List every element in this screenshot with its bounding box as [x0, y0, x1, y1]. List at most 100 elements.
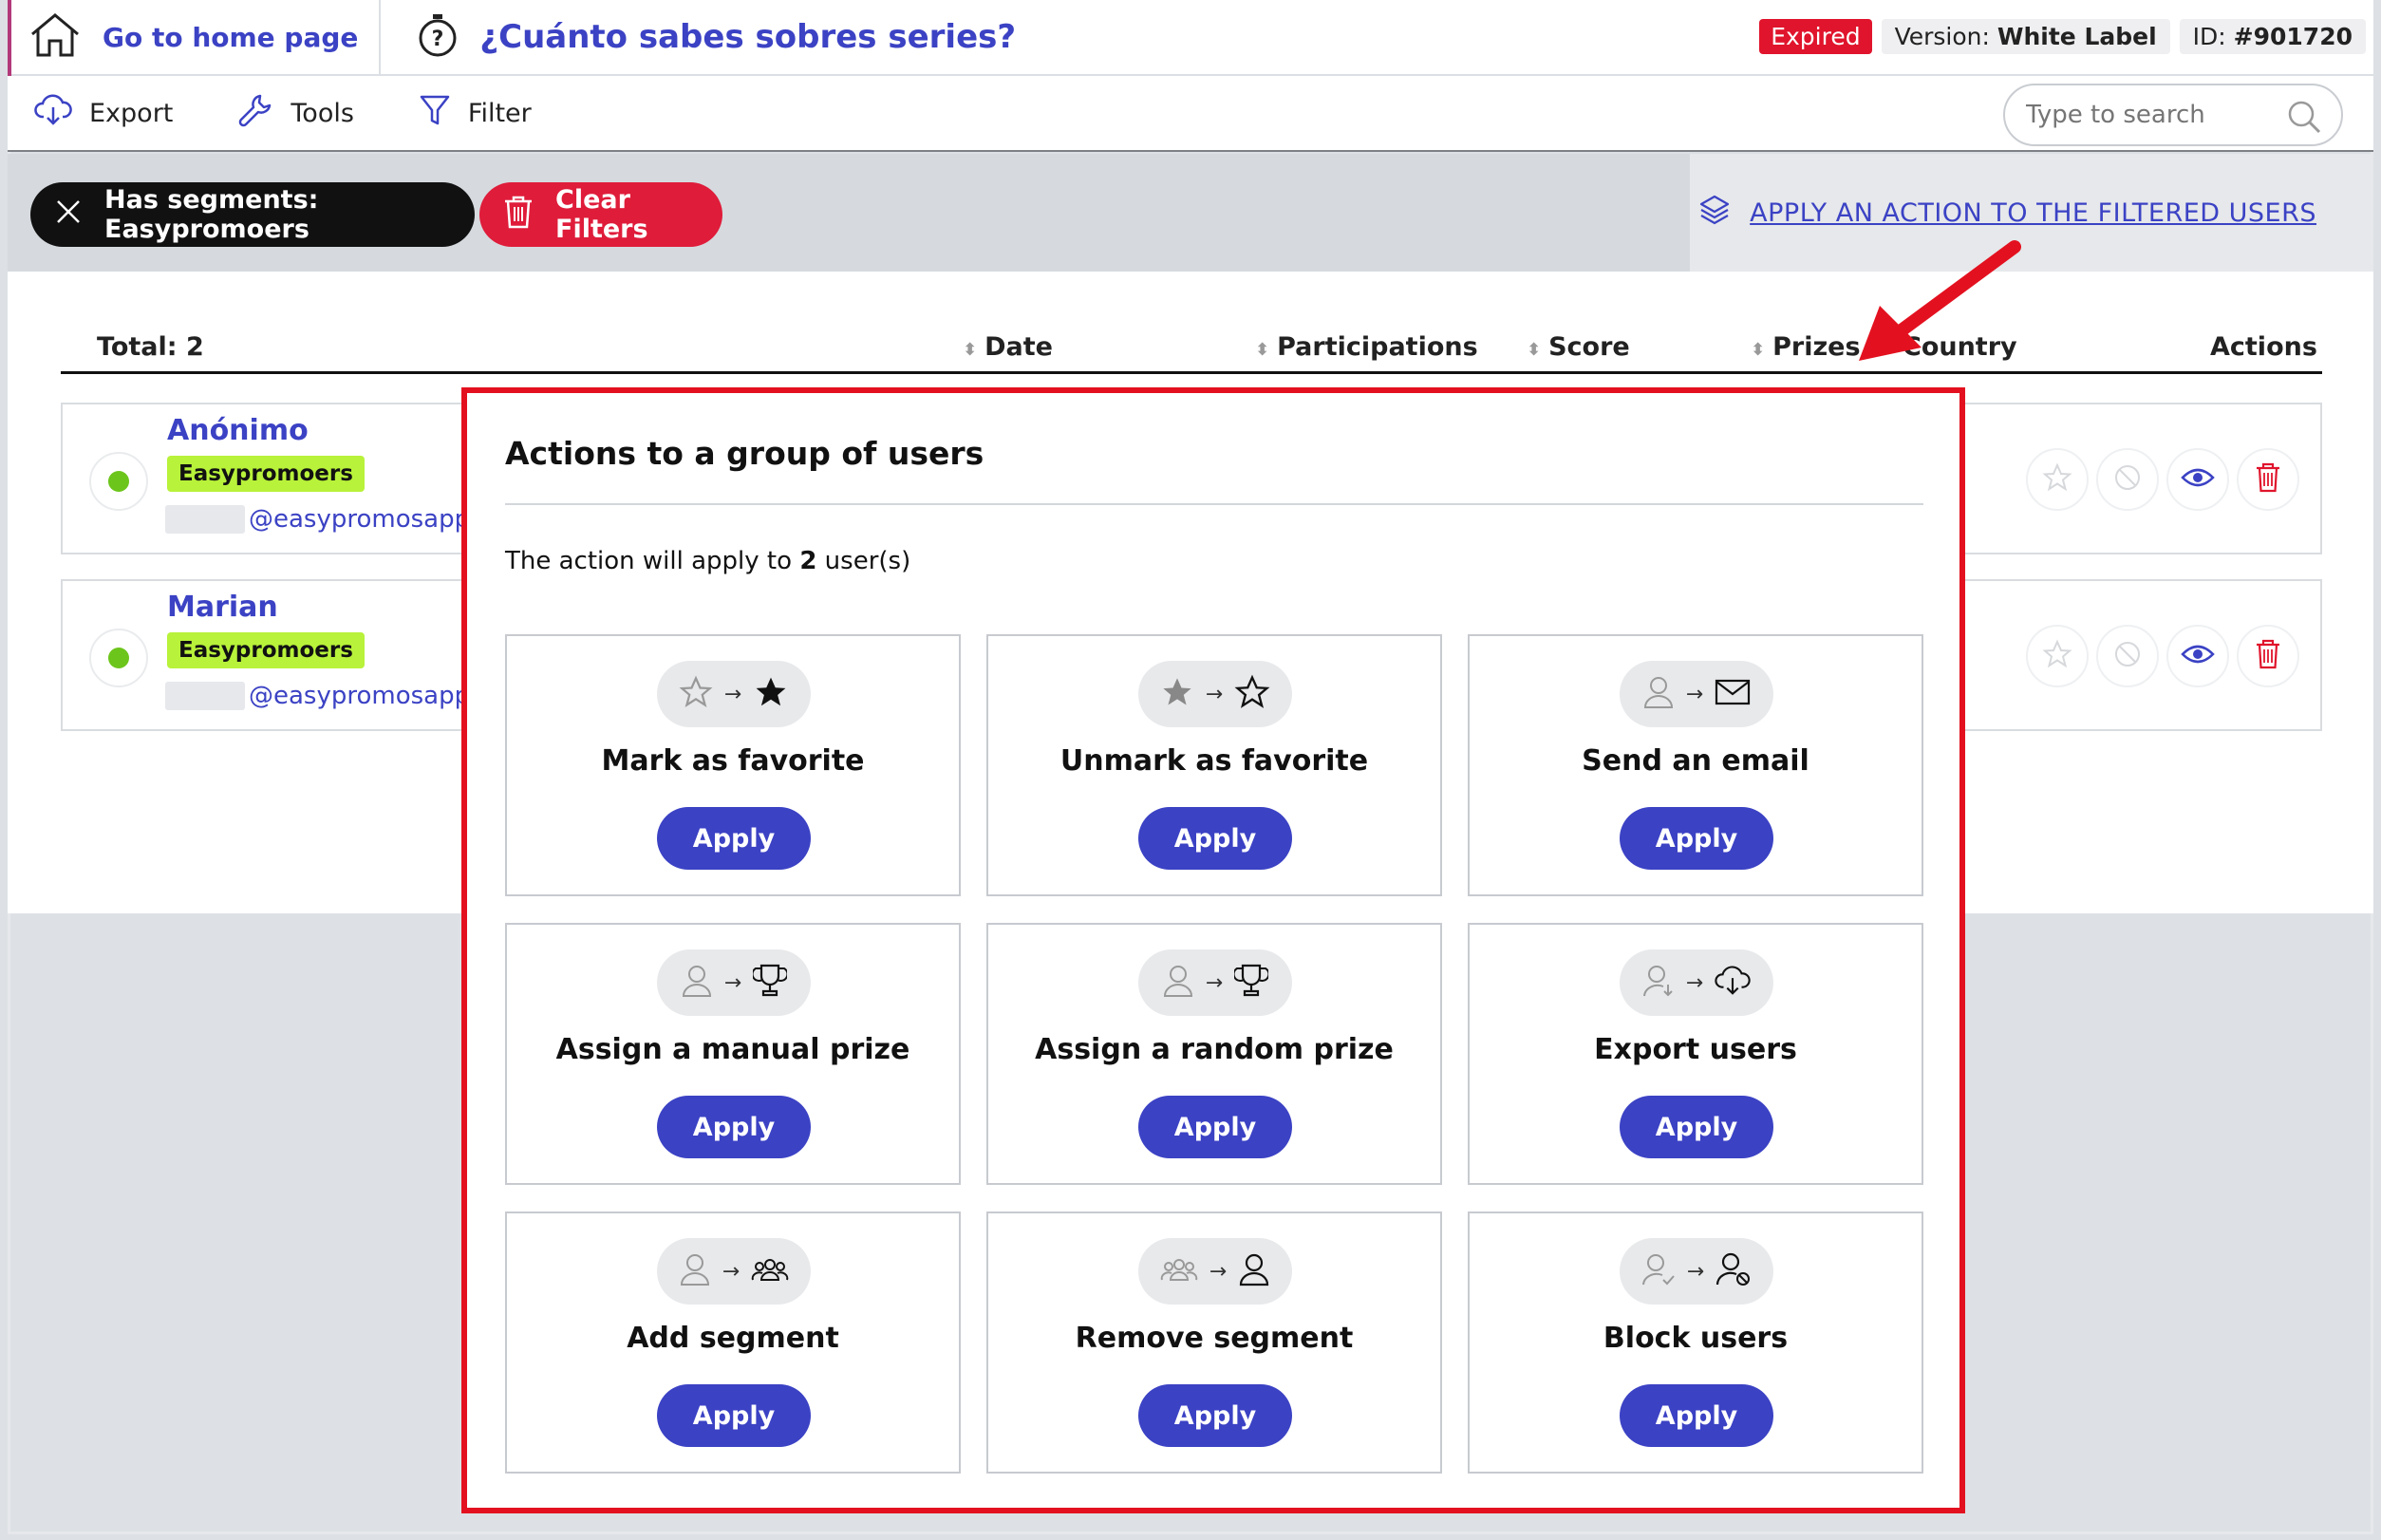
- apply-send-email-button[interactable]: Apply: [1620, 807, 1773, 870]
- user-icon: [1238, 1252, 1270, 1290]
- export-button[interactable]: Export: [34, 94, 173, 133]
- block-button[interactable]: [2096, 448, 2159, 511]
- delete-button[interactable]: [2237, 448, 2299, 511]
- apply-block-users-button[interactable]: Apply: [1620, 1384, 1773, 1447]
- col-date-label: Date: [984, 332, 1053, 362]
- online-dot: [108, 648, 129, 668]
- favorite-button[interactable]: [2026, 448, 2089, 511]
- arrow-right-icon: →: [1686, 1259, 1705, 1284]
- action-label: Mark as favorite: [601, 744, 865, 778]
- action-label: Assign a manual prize: [555, 1033, 910, 1066]
- id-label: ID:: [2192, 23, 2226, 50]
- user-blocked-icon: [1715, 1251, 1752, 1291]
- apply-unmark-favorite-button[interactable]: Apply: [1138, 807, 1292, 870]
- filter-button[interactable]: Filter: [419, 93, 532, 134]
- user-icon: [679, 1252, 711, 1290]
- arrow-right-icon: →: [1685, 970, 1704, 995]
- col-participations[interactable]: ⬍ Participations: [1255, 332, 1478, 362]
- layers-icon: [1698, 194, 1731, 233]
- action-icon-pill: →: [1138, 949, 1292, 1016]
- arrow-right-icon: →: [722, 1259, 741, 1284]
- row-actions: [2026, 448, 2299, 511]
- arrow-right-icon: →: [723, 682, 742, 706]
- apply-remove-segment-button[interactable]: Apply: [1138, 1384, 1292, 1447]
- block-icon: [2112, 462, 2143, 497]
- trophy-icon: [1232, 963, 1270, 1003]
- user-check-icon: [1641, 1252, 1676, 1290]
- star-filled-icon: [753, 674, 789, 714]
- header-accent: [8, 0, 11, 76]
- star-outline-icon: [679, 675, 713, 713]
- modal-info-suffix: user(s): [824, 547, 911, 575]
- active-filter-chip[interactable]: Has segments: Easypromoers: [30, 182, 475, 247]
- group-icon: [751, 1255, 789, 1287]
- action-card-mark-favorite: → Mark as favorite Apply: [505, 634, 961, 896]
- header-meta: Expired Version: White Label ID: #901720: [1759, 19, 2366, 54]
- action-card-manual-prize: → Assign a manual prize Apply: [505, 923, 961, 1185]
- star-filled-icon: [1160, 675, 1194, 713]
- id-chip: ID: #901720: [2179, 19, 2366, 54]
- search-box[interactable]: [2003, 84, 2343, 146]
- modal-info: The action will apply to 2 user(s): [505, 547, 910, 575]
- arrow-right-icon: →: [1205, 970, 1224, 995]
- apply-manual-prize-button[interactable]: Apply: [657, 1096, 811, 1158]
- col-score-label: Score: [1548, 332, 1630, 362]
- view-button[interactable]: [2166, 448, 2229, 511]
- favorite-button[interactable]: [2026, 625, 2089, 687]
- col-actions: Actions: [2210, 332, 2317, 362]
- apply-export-users-button[interactable]: Apply: [1620, 1096, 1773, 1158]
- col-date[interactable]: ⬍ Date: [963, 332, 1053, 362]
- svg-text:?: ?: [432, 28, 444, 51]
- apply-mark-favorite-button[interactable]: Apply: [657, 807, 811, 870]
- segment-badge: Easypromoers: [167, 632, 365, 668]
- eye-icon: [2181, 643, 2215, 669]
- trash-icon: [2254, 461, 2282, 498]
- quiz-title-block: ? ¿Cuánto sabes sobres series?: [417, 12, 1016, 62]
- action-icon-pill: →: [657, 949, 811, 1016]
- email-redacted: [165, 505, 245, 534]
- action-icon-pill: →: [1138, 661, 1292, 727]
- view-button[interactable]: [2166, 625, 2229, 687]
- action-label: Remove segment: [1075, 1322, 1354, 1355]
- action-label: Unmark as favorite: [1059, 744, 1369, 778]
- action-icon-pill: →: [1138, 1238, 1292, 1305]
- block-button[interactable]: [2096, 625, 2159, 687]
- version-chip: Version: White Label: [1881, 19, 2170, 54]
- home-link[interactable]: Go to home page: [8, 0, 382, 75]
- cloud-download-icon: [1715, 965, 1751, 1001]
- total-count: Total: 2: [97, 332, 204, 362]
- status-indicator: [89, 452, 148, 511]
- trash-icon: [502, 194, 534, 236]
- tools-label: Tools: [291, 98, 354, 128]
- user-download-icon: [1642, 964, 1675, 1002]
- home-link-label: Go to home page: [103, 21, 359, 53]
- user-icon: [1162, 964, 1194, 1002]
- delete-button[interactable]: [2237, 625, 2299, 687]
- apply-action-filtered-link[interactable]: APPLY AN ACTION TO THE FILTERED USERS: [1698, 194, 2316, 233]
- user-name[interactable]: Anónimo: [167, 414, 309, 447]
- search-icon[interactable]: [2286, 99, 2322, 141]
- filter-label: Filter: [467, 98, 532, 128]
- toolbar: Export Tools Filter: [8, 76, 2373, 152]
- apply-add-segment-button[interactable]: Apply: [657, 1384, 811, 1447]
- tools-button[interactable]: Tools: [237, 92, 354, 135]
- apply-random-prize-button[interactable]: Apply: [1138, 1096, 1292, 1158]
- user-name[interactable]: Marian: [167, 591, 278, 624]
- action-label: Block users: [1603, 1322, 1789, 1355]
- col-score[interactable]: ⬍ Score: [1527, 332, 1630, 362]
- email-domain: @easypromosapp.: [249, 682, 478, 710]
- star-icon: [2042, 462, 2072, 497]
- action-label: Assign a random prize: [1035, 1033, 1394, 1066]
- export-label: Export: [89, 98, 174, 128]
- home-icon: [28, 11, 82, 63]
- trophy-icon: [751, 963, 789, 1003]
- search-input[interactable]: [2026, 101, 2273, 129]
- clear-filters-label: Clear Filters: [555, 185, 648, 244]
- col-participations-label: Participations: [1277, 332, 1478, 362]
- row-actions: [2026, 625, 2299, 687]
- action-card-unmark-favorite: → Unmark as favorite Apply: [986, 634, 1442, 896]
- clear-filters-button[interactable]: Clear Filters: [479, 182, 722, 247]
- close-icon[interactable]: [55, 198, 82, 232]
- user-icon: [681, 964, 713, 1002]
- wrench-icon: [237, 92, 273, 135]
